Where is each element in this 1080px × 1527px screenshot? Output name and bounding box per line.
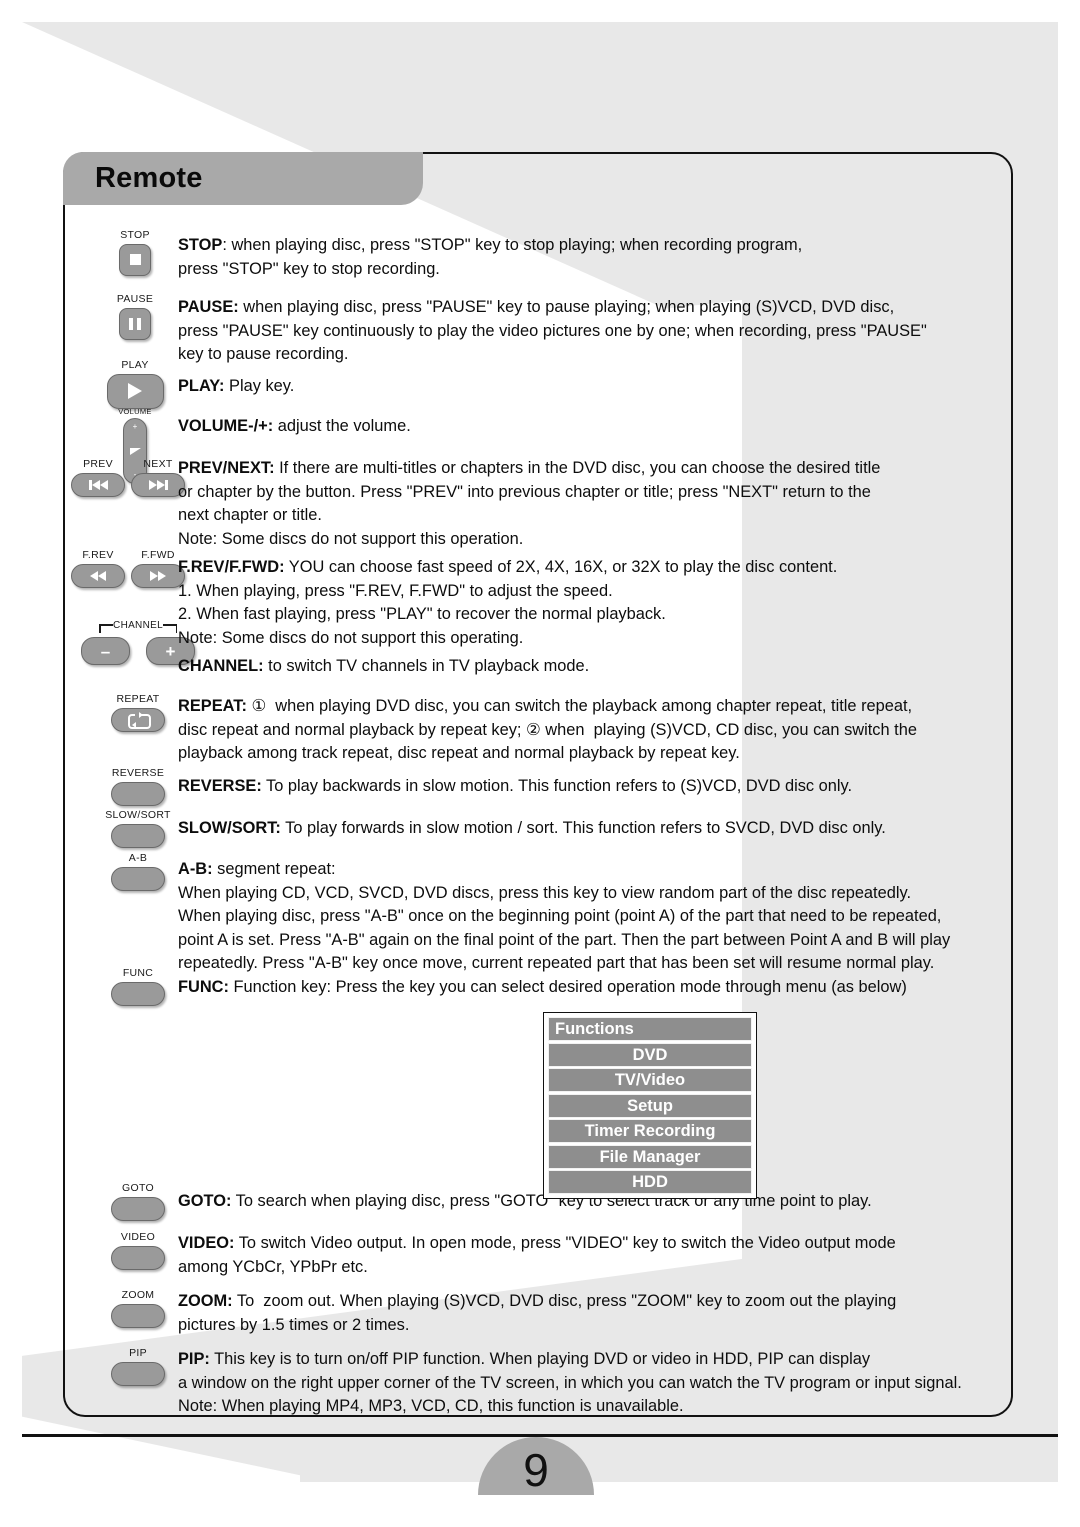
paragraph-pause: PAUSE: when playing disc, press "PAUSE" … [178,296,978,367]
functions-menu-item-dvd[interactable]: DVD [548,1042,752,1067]
term-video: VIDEO: [178,1234,235,1252]
term-channel: CHANNEL: [178,657,264,675]
pause-icon[interactable] [119,307,151,340]
term-goto: GOTO: [178,1192,232,1210]
page-margin-right [1058,0,1080,1527]
body-volume: adjust the volume. [273,417,411,435]
functions-menu: Functions DVD TV/Video Setup Timer Recor… [543,1012,757,1199]
term-pause: PAUSE: [178,298,239,316]
body-slowsort: To play forwards in slow motion / sort. … [280,819,886,837]
paragraph-ab: A-B: segment repeat: When playing CD, VC… [178,858,978,976]
functions-menu-title: Functions [548,1017,752,1041]
key-channel-label: CHANNEL [113,620,163,631]
key-play[interactable]: PLAY [75,359,195,409]
term-prevnext: PREV/NEXT: [178,459,275,477]
functions-menu-item-setup[interactable]: Setup [548,1093,752,1118]
body-ab: segment repeat: When playing CD, VCD, SV… [178,860,951,973]
key-stop[interactable]: STOP [75,229,195,276]
body-reverse: To play backwards in slow motion. This f… [261,777,853,795]
paragraph-pip: PIP: This key is to turn on/off PIP func… [178,1348,978,1419]
paragraph-video: VIDEO: To switch Video output. In open m… [178,1232,978,1279]
term-repeat: REPEAT: [178,697,247,715]
fast-forward-icon[interactable] [131,563,185,588]
paragraph-reverse: REVERSE: To play backwards in slow motio… [178,775,978,799]
page-margin-top [0,0,1080,22]
channel-bracket: CHANNEL [83,620,193,634]
term-func: FUNC: [178,978,229,996]
paragraph-play: PLAY: Play key. [178,375,978,399]
paragraph-frevffwd: F.REV/F.FWD: YOU can choose fast speed o… [178,556,978,650]
volume-plus-label: + [132,422,138,432]
functions-menu-item-timer-recording[interactable]: Timer Recording [548,1119,752,1143]
channel-down-button[interactable]: – [81,637,130,665]
stop-icon[interactable] [119,243,151,276]
volume-level-triangle-icon [129,447,141,455]
reverse-button[interactable] [111,781,165,806]
body-channel: to switch TV channels in TV playback mod… [263,657,590,675]
functions-menu-item-hdd[interactable]: HDD [548,1170,752,1194]
key-volume-label: VOLUME [118,407,152,416]
term-frevffwd: F.REV/F.FWD: [178,558,285,576]
paragraph-zoom: ZOOM: To zoom out. When playing (S)VCD, … [178,1290,978,1337]
body-zoom: To zoom out. When playing (S)VCD, DVD di… [178,1292,897,1334]
paragraph-func: FUNC: Function key: Press the key you ca… [178,976,978,1000]
body-repeat: ① when playing DVD disc, you can switch … [178,697,917,763]
page-number: 9 [523,1444,549,1496]
repeat-loop-icon[interactable] [111,707,165,732]
functions-menu-item-tv-video[interactable]: TV/Video [548,1068,752,1092]
play-icon[interactable] [106,373,164,409]
body-stop: : when playing disc, press "STOP" key to… [178,236,803,278]
term-play: PLAY: [178,377,225,395]
paragraph-channel: CHANNEL: to switch TV channels in TV pla… [178,655,978,679]
channel-plus-label: + [165,641,176,661]
paragraph-repeat: REPEAT: ① when playing DVD disc, you can… [178,695,978,766]
functions-menu-item-file-manager[interactable]: File Manager [548,1144,752,1169]
term-volume: VOLUME-/+: [178,417,274,435]
key-stop-label: STOP [120,229,150,241]
slow-sort-button[interactable] [111,823,165,848]
body-pip: This key is to turn on/off PIP function.… [178,1350,962,1416]
term-reverse: REVERSE: [178,777,262,795]
key-pause[interactable]: PAUSE [75,293,195,340]
paragraph-volume: VOLUME-/+: adjust the volume. [178,415,978,439]
term-zoom: ZOOM: [178,1292,233,1310]
body-video: To switch Video output. In open mode, pr… [178,1234,896,1276]
video-button[interactable] [111,1245,165,1270]
term-pip: PIP: [178,1350,210,1368]
body-func: Function key: Press the key you can sele… [228,978,907,996]
paragraph-prevnext: PREV/NEXT: If there are multi-titles or … [178,457,978,551]
body-play: Play key. [224,377,295,395]
paragraph-slowsort: SLOW/SORT: To play forwards in slow moti… [178,817,978,841]
body-pause: when playing disc, press "PAUSE" key to … [178,298,927,364]
term-stop: STOP [178,236,223,254]
paragraph-stop: STOP: when playing disc, press "STOP" ke… [178,234,978,281]
term-ab: A-B: [178,860,213,878]
page-margin-left [0,0,22,1527]
channel-minus-label: – [100,641,111,661]
goto-button[interactable] [111,1196,165,1221]
section-header-remote: Remote [63,152,423,205]
zoom-button[interactable] [111,1303,165,1328]
page-title: Remote [95,162,203,194]
func-button[interactable] [111,981,165,1006]
next-track-icon[interactable] [131,472,185,497]
pip-button[interactable] [111,1361,165,1386]
key-play-label: PLAY [121,359,149,371]
term-slowsort: SLOW/SORT: [178,819,281,837]
ab-repeat-button[interactable] [111,866,165,891]
body-prevnext: If there are multi-titles or chapters in… [178,459,881,548]
key-pause-label: PAUSE [116,293,154,305]
